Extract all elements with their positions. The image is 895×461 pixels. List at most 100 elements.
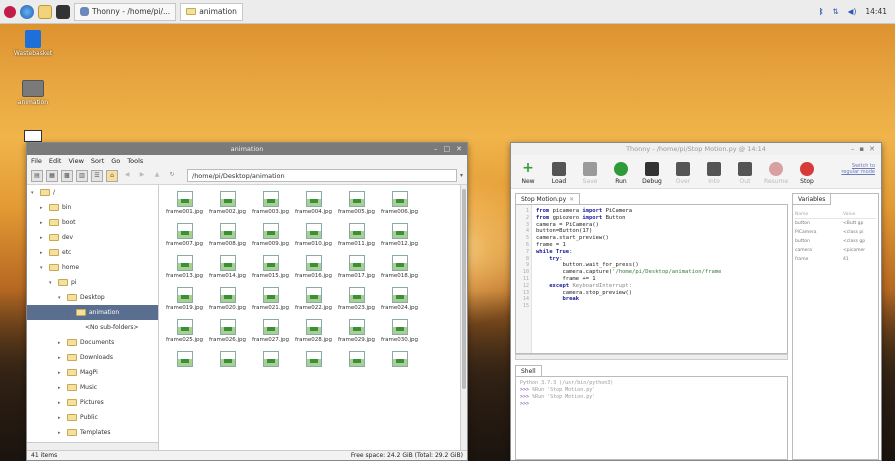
tree-item[interactable]: ▸ MagPi xyxy=(27,365,158,380)
variable-row[interactable]: camera <picamer xyxy=(795,246,876,255)
tree-item[interactable]: ▸ bin xyxy=(27,200,158,215)
file-item[interactable] xyxy=(249,351,292,383)
file-item[interactable] xyxy=(163,351,206,383)
expander-icon[interactable]: ▸ xyxy=(40,235,46,241)
toolbar-debug-button[interactable]: Debug xyxy=(641,162,663,185)
file-item[interactable]: frame006.jpg xyxy=(378,191,421,223)
expander-icon[interactable]: ▸ xyxy=(58,340,64,346)
file-item[interactable]: frame028.jpg xyxy=(292,319,335,351)
code-line[interactable]: button=Button(17) xyxy=(536,228,721,235)
code-line[interactable]: camera = PiCamera() xyxy=(536,222,721,229)
file-item[interactable]: frame023.jpg xyxy=(335,287,378,319)
file-item[interactable]: frame019.jpg xyxy=(163,287,206,319)
toolbar-save-button[interactable]: Save xyxy=(579,162,601,185)
file-item[interactable]: frame009.jpg xyxy=(249,223,292,255)
code-line[interactable]: try: xyxy=(536,256,721,263)
tree-item[interactable]: <No sub-folders> xyxy=(27,320,158,335)
file-item[interactable]: frame020.jpg xyxy=(206,287,249,319)
maximize-icon[interactable]: ▪ xyxy=(859,145,864,153)
code-line[interactable]: camera.stop_preview() xyxy=(536,290,721,297)
variable-row[interactable]: frame 41 xyxy=(795,255,876,264)
back-icon[interactable]: ◀ xyxy=(121,170,133,182)
tree-item[interactable]: ▾ / xyxy=(27,185,158,200)
toolbar-run-button[interactable]: Run xyxy=(610,162,632,185)
expander-icon[interactable]: ▸ xyxy=(40,250,46,256)
desktop-icon-terminal[interactable] xyxy=(8,130,58,142)
shell-console[interactable]: Python 3.7.3 (/usr/bin/python3) >>> %Run … xyxy=(515,376,788,460)
file-item[interactable]: frame010.jpg xyxy=(292,223,335,255)
network-icon[interactable]: ⇅ xyxy=(832,7,838,16)
file-item[interactable]: frame017.jpg xyxy=(335,255,378,287)
file-item[interactable] xyxy=(292,351,335,383)
expander-icon[interactable]: ▸ xyxy=(58,430,64,436)
variable-row[interactable]: PiCamera <class pi xyxy=(795,228,876,237)
code-line[interactable]: frame = 1 xyxy=(536,242,721,249)
expander-icon[interactable]: ▸ xyxy=(40,220,46,226)
tree-item[interactable]: ▸ boot xyxy=(27,215,158,230)
volume-icon[interactable]: ◀) xyxy=(848,7,857,16)
code-line[interactable]: from gpiozero import Button xyxy=(536,215,721,222)
new-tab-icon[interactable]: ▤ xyxy=(31,169,43,182)
code-line[interactable]: from picamera import PiCamera xyxy=(536,208,721,215)
file-item[interactable]: frame021.jpg xyxy=(249,287,292,319)
path-dropdown-icon[interactable]: ▾ xyxy=(460,172,463,179)
tree-item[interactable]: ▸ Templates xyxy=(27,425,158,440)
minimize-icon[interactable]: – xyxy=(851,145,855,153)
menu-sort[interactable]: Sort xyxy=(91,157,104,165)
expander-icon[interactable]: ▸ xyxy=(58,415,64,421)
code-line[interactable]: break xyxy=(536,296,721,303)
file-item[interactable]: frame002.jpg xyxy=(206,191,249,223)
file-item[interactable]: frame004.jpg xyxy=(292,191,335,223)
toolbar-over-button[interactable]: Over xyxy=(672,162,694,185)
variable-row[interactable]: button <Butt gp xyxy=(795,219,876,228)
tree-item[interactable]: ▸ Documents xyxy=(27,335,158,350)
tree-item[interactable]: ▾ pi xyxy=(27,275,158,290)
file-item[interactable]: frame014.jpg xyxy=(206,255,249,287)
expander-icon[interactable]: ▾ xyxy=(40,265,46,271)
toolbar-into-button[interactable]: Into xyxy=(703,162,725,185)
menu-edit[interactable]: Edit xyxy=(49,157,62,165)
view-icons-icon[interactable]: ▦ xyxy=(46,169,58,182)
shell-tab[interactable]: Shell xyxy=(515,365,542,376)
file-item[interactable]: frame012.jpg xyxy=(378,223,421,255)
file-item[interactable]: frame029.jpg xyxy=(335,319,378,351)
editor-tab[interactable]: Stop Motion.py ✕ xyxy=(515,193,581,204)
tree-item[interactable]: ▾ animation xyxy=(27,305,158,320)
toolbar-stop-button[interactable]: Stop xyxy=(796,162,818,185)
file-item[interactable]: frame003.jpg xyxy=(249,191,292,223)
scrollbar-thumb[interactable] xyxy=(462,189,466,389)
maximize-icon[interactable]: □ xyxy=(444,145,451,153)
file-item[interactable]: frame024.jpg xyxy=(378,287,421,319)
tree-item[interactable]: ▸ Public xyxy=(27,410,158,425)
menu-tools[interactable]: Tools xyxy=(127,157,143,165)
minimize-icon[interactable]: – xyxy=(434,145,438,153)
desktop-icon-animation[interactable]: animation xyxy=(8,80,58,106)
expander-icon[interactable]: ▸ xyxy=(58,385,64,391)
toolbar-load-button[interactable]: Load xyxy=(548,162,570,185)
file-item[interactable]: frame013.jpg xyxy=(163,255,206,287)
code-line[interactable]: frame += 1 xyxy=(536,276,721,283)
expander-icon[interactable]: ▾ xyxy=(31,190,37,196)
code-area[interactable]: from picamera import PiCamera from gpioze… xyxy=(532,205,721,353)
variable-row[interactable]: button <class gp xyxy=(795,237,876,246)
refresh-icon[interactable]: ↻ xyxy=(166,170,178,182)
file-item[interactable]: frame027.jpg xyxy=(249,319,292,351)
taskbar-task-animation[interactable]: animation xyxy=(180,2,243,21)
tree-item[interactable]: ▸ Downloads xyxy=(27,350,158,365)
tree-item[interactable]: ▾ home xyxy=(27,260,158,275)
menu-file[interactable]: File xyxy=(31,157,42,165)
toolbar-out-button[interactable]: Out xyxy=(734,162,756,185)
expander-icon[interactable]: ▸ xyxy=(58,370,64,376)
file-item[interactable] xyxy=(206,351,249,383)
expander-icon[interactable]: ▾ xyxy=(58,295,64,301)
clock[interactable]: 14:41 xyxy=(865,7,887,16)
expander-icon[interactable]: ▸ xyxy=(58,355,64,361)
code-editor[interactable]: 1 2 3 4 5 6 7 8 9 10 11 12 13 14 15 from picamera impo… xyxy=(515,204,788,354)
file-item[interactable]: frame022.jpg xyxy=(292,287,335,319)
file-item[interactable] xyxy=(378,351,421,383)
home-icon[interactable]: ⌂ xyxy=(106,169,118,182)
close-icon[interactable]: ✕ xyxy=(456,145,462,153)
code-line[interactable]: while True: xyxy=(536,249,721,256)
file-item[interactable] xyxy=(335,351,378,383)
code-line[interactable] xyxy=(536,303,721,310)
